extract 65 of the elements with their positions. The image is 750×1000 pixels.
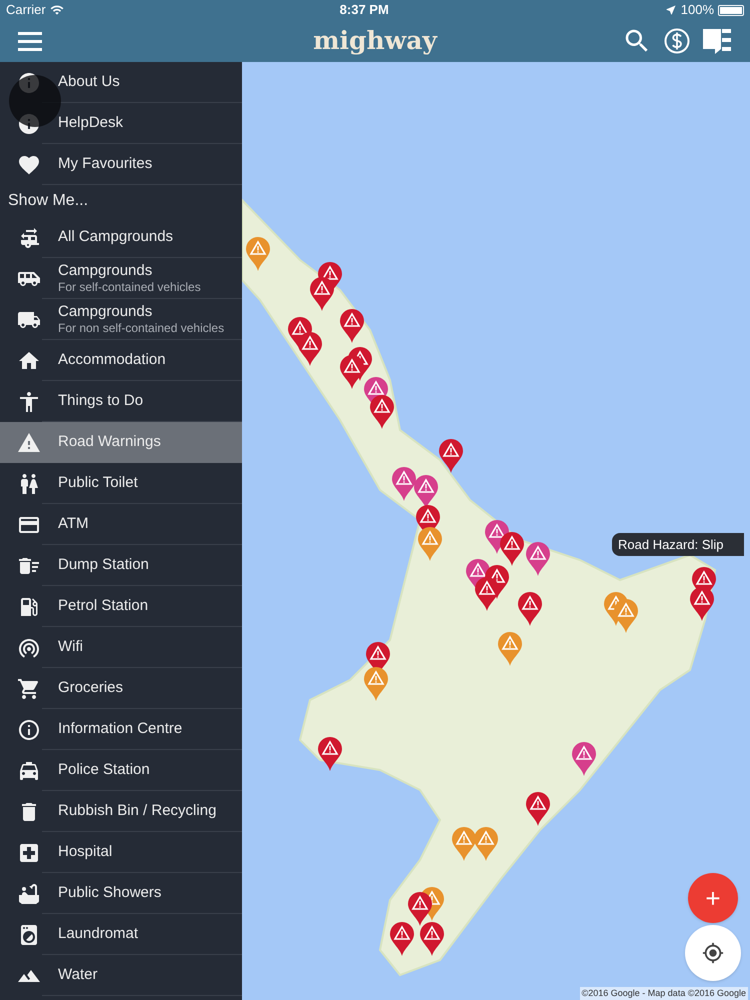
list-panel-icon[interactable] [702, 27, 732, 55]
menu-item[interactable]: Wifi [0, 627, 242, 668]
logo: mighway [313, 25, 437, 58]
menu-item-label: About Us [58, 73, 120, 92]
menu-item-label: Groceries [58, 679, 124, 698]
menu-item-label: Police Station [58, 761, 150, 780]
menu-item[interactable]: Groceries [0, 668, 242, 709]
menu-item-label: Public Toilet [58, 474, 138, 493]
bath-icon [17, 882, 41, 906]
menu-item-label: Accommodation [58, 351, 166, 370]
menu-item[interactable]: My Favourites [0, 144, 242, 185]
menu-item-label: Things to Do [58, 392, 144, 411]
cart-icon [17, 676, 41, 700]
locate-button[interactable] [685, 925, 741, 981]
menu-item-label: Wifi [58, 638, 83, 657]
menu-item-label: Public Showers [58, 884, 162, 903]
warning-icon [17, 430, 41, 454]
menu-item-label: Rubbish Bin / Recycling [58, 802, 216, 821]
add-button[interactable]: + [688, 873, 738, 923]
menu-item[interactable]: Dump Station [0, 545, 242, 586]
battery-icon [718, 4, 744, 16]
info-icon [17, 718, 41, 742]
location-arrow-icon [664, 4, 677, 16]
menu-item-label: My Favourites [58, 155, 152, 174]
clock: 8:37 PM [340, 1, 389, 20]
menu-item[interactable]: Rubbish Bin / Recycling [0, 791, 242, 832]
menu-item-label: Campgrounds [58, 302, 154, 322]
menu-item-sublabel: For self-contained vehicles [58, 280, 201, 296]
menu-item[interactable]: Road Warnings [0, 422, 242, 463]
menu-item-label: Hospital [58, 843, 112, 862]
menu-item[interactable]: Hospital [0, 832, 242, 873]
menu-item-label: Information Centre [58, 720, 182, 739]
battery-label: 100% [680, 1, 714, 20]
map-attribution: ©2016 Google - Map data ©2016 Google [580, 986, 748, 1000]
carrier-label: Carrier [6, 1, 46, 20]
locate-icon [702, 942, 724, 964]
menu-item[interactable]: Water [0, 955, 242, 996]
menu-item-label: Water [58, 966, 98, 985]
menu-item[interactable]: Campgrounds For self-contained vehicles [0, 258, 242, 299]
menu-item[interactable]: Laundromat [0, 914, 242, 955]
menu-item-label: Laundromat [58, 925, 138, 944]
menu-item-sublabel: For non self-contained vehicles [58, 321, 224, 336]
menu-item[interactable]: ATM [0, 504, 242, 545]
menu-icon[interactable] [18, 31, 42, 51]
menu-item-label: HelpDesk [58, 114, 124, 133]
menu-item[interactable]: All Campgrounds [0, 217, 242, 258]
menu-item[interactable]: Campgrounds For non self-contained vehicles [0, 299, 242, 340]
menu-item[interactable]: Police Station [0, 750, 242, 791]
menu-item-label: ATM [58, 515, 89, 534]
section-title: Show Me... [8, 191, 88, 211]
menu-item-label: Campgrounds [58, 262, 154, 280]
map-tooltip: Road Hazard: Slip [612, 533, 744, 556]
person-icon [17, 390, 41, 414]
menu-item-label: Dump Station [58, 556, 149, 575]
menu-item[interactable]: Petrol Station [0, 586, 242, 627]
menu-item-label: Petrol Station [58, 597, 148, 616]
menu-item-label: Road Warnings [58, 433, 161, 452]
menu-item[interactable]: Accommodation [0, 340, 242, 381]
dollar-icon[interactable] [664, 28, 690, 54]
menu-item-label: All Campgrounds [58, 228, 174, 247]
menu-item[interactable]: Public Showers [0, 873, 242, 914]
menu-item[interactable]: Things to Do [0, 381, 242, 422]
wifi-icon [50, 3, 64, 17]
menu-item[interactable]: Public Toilet [0, 463, 242, 504]
menu-item[interactable]: Information Centre [0, 709, 242, 750]
